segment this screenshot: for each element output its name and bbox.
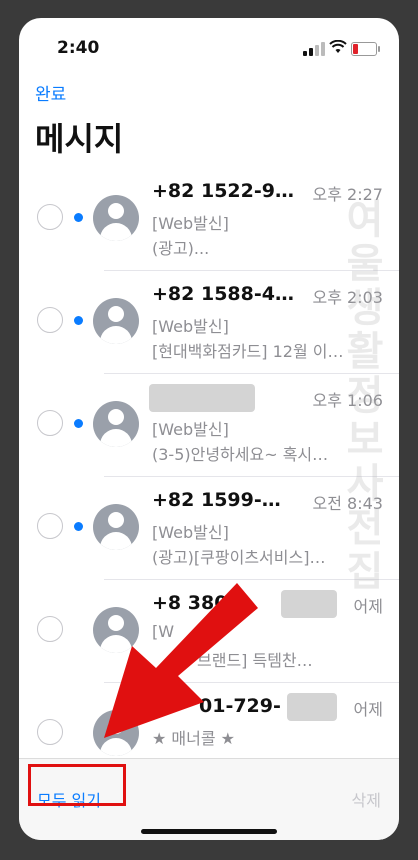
select-circle[interactable] [37, 616, 63, 642]
select-circle[interactable] [37, 204, 63, 230]
unread-dot-icon [74, 316, 83, 325]
redacted-number [287, 693, 337, 721]
select-circle[interactable] [37, 719, 63, 745]
battery-icon [351, 42, 380, 56]
message-preview-line2: (3-5)안녕하세요~ 혹시… [152, 445, 329, 464]
message-preview-line2: 브랜드] 득템찬… [197, 651, 313, 670]
avatar-icon [93, 401, 139, 447]
message-sender: +82 1599-… [152, 489, 281, 511]
message-preview-line2: (광고)[쿠팡이츠서비스]… [152, 548, 326, 567]
status-time: 2:40 [57, 38, 100, 58]
message-sender: +82 1522-9… [152, 180, 294, 202]
message-preview-line2: (광고)... [152, 239, 210, 258]
message-preview-line2: [현대백화점카드] 12월 이… [152, 342, 344, 361]
message-sender: +82 1588-4… [152, 283, 294, 305]
cellular-signal-icon [303, 42, 325, 56]
redacted-sender [149, 384, 255, 412]
message-sender: +8 380- [152, 592, 236, 614]
status-bar: 2:40 [19, 18, 399, 74]
unread-dot-icon [74, 213, 83, 222]
delete-button[interactable]: 삭제 [352, 787, 381, 811]
avatar-icon [93, 298, 139, 344]
message-preview-line1: [Web발신] [152, 214, 229, 233]
message-preview-line1: [Web발신] [152, 420, 229, 439]
highlight-box [28, 764, 126, 806]
wifi-icon [329, 39, 347, 58]
message-preview-line1: [Web발신] [152, 523, 229, 542]
avatar-icon [93, 710, 139, 756]
redacted-number [281, 590, 337, 618]
watermark-text: 여울생활정보사전집 [346, 197, 384, 595]
unread-dot-icon [74, 419, 83, 428]
message-time: 어제 [353, 597, 383, 616]
page-title: 메시지 [35, 120, 124, 158]
home-indicator [141, 829, 277, 834]
avatar-icon [93, 195, 139, 241]
done-button[interactable]: 완료 [35, 80, 66, 105]
avatar-icon [93, 504, 139, 550]
select-circle[interactable] [37, 513, 63, 539]
message-sender: 01-729- [199, 695, 281, 717]
phone-screen: 2:40 완료 메시지 +82 1522-9… 오후 2:27 [Web발신] … [19, 18, 399, 840]
select-circle[interactable] [37, 307, 63, 333]
message-preview-line1: [Web발신] [152, 317, 229, 336]
unread-dot-icon [74, 522, 83, 531]
select-circle[interactable] [37, 410, 63, 436]
message-time: 어제 [353, 700, 383, 719]
message-preview-line1: [W [152, 622, 175, 641]
message-preview-line1: ★ 매너콜 ★ [152, 729, 236, 748]
avatar-icon [93, 607, 139, 653]
message-row[interactable]: +8 380- 어제 [W 브랜드] 득템찬… [19, 580, 399, 683]
